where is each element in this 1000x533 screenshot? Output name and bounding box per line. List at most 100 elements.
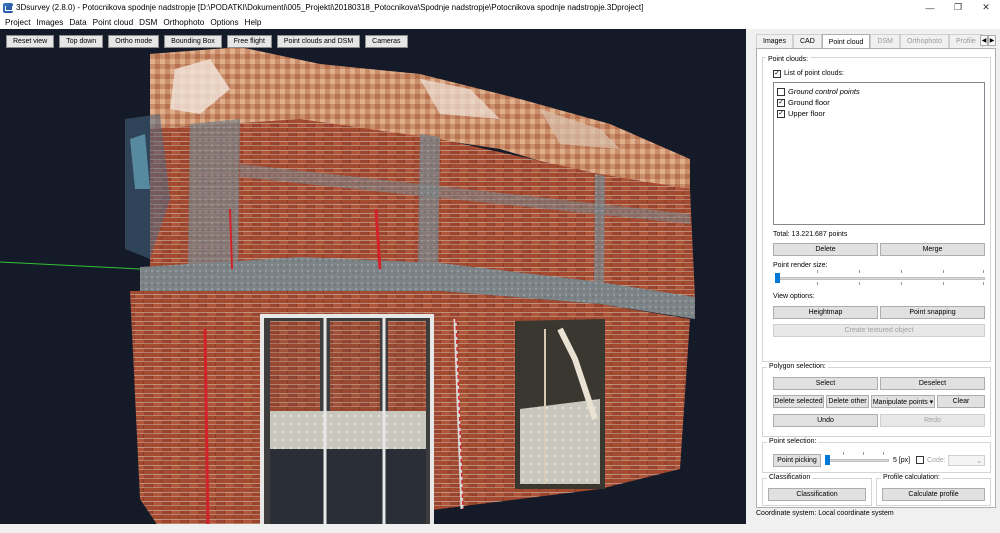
ground-floor-checkbox[interactable]: ✓ [777,98,785,107]
ground-control-points-checkbox[interactable] [777,87,785,96]
merge-button[interactable]: Merge [880,243,985,256]
ground-floor-label: Ground floor [788,98,830,107]
render-size-label: Point render size: [773,262,828,269]
slider-tick [983,270,984,273]
close-button[interactable]: ✕ [972,0,1000,15]
status-bar [0,524,1000,533]
point-selection-title: Point selection: [767,438,819,445]
panel-tabs: Images CAD Point cloud DSM Orthophoto Pr… [756,34,996,49]
menu-dsm[interactable]: DSM [136,18,160,27]
window-title: 3Dsurvey (2.8.0) - Potocnikova spodnje n… [16,3,644,12]
slider-tick [943,282,944,285]
point-picking-button[interactable]: Point picking [773,454,821,467]
coordinate-system-label: Coordinate system: Local coordinate syst… [756,510,894,517]
maximize-button[interactable]: ❐ [944,0,972,15]
upper-floor-checkbox[interactable]: ✓ [777,109,785,118]
total-points: Total: 13.221.687 points [773,231,848,238]
create-textured-object-button[interactable]: Create textured object [773,324,985,337]
deselect-button[interactable]: Deselect [880,377,985,390]
slider-tick [817,270,818,273]
slider-tick [943,270,944,273]
point-cloud-tab-page: Point clouds: ✓ List of point clouds: Gr… [756,48,996,508]
classification-group: Classification Classification [762,474,872,506]
polygon-selection-group: Polygon selection: Select Deselect Delet… [762,363,991,437]
point-clouds-group: Point clouds: ✓ List of point clouds: Gr… [762,56,991,362]
point-snapping-button[interactable]: Point snapping [880,306,985,319]
tab-profile[interactable]: Profile [948,34,983,48]
manipulate-points-button[interactable]: Manipulate points ▾ [871,395,935,408]
tab-cad[interactable]: CAD [792,34,822,48]
menu-options[interactable]: Options [207,18,241,27]
cameras-button[interactable]: Cameras [365,35,408,48]
undo-button[interactable]: Undo [773,414,878,427]
bounding-box-button[interactable]: Bounding Box [164,35,222,48]
slider-tick [859,282,860,285]
render-size-slider[interactable] [775,277,985,280]
3d-viewport[interactable]: Reset view Top down Ortho mode Bounding … [0,29,746,524]
list-item-ground-control-points[interactable]: Ground control points [777,86,860,97]
minimize-button[interactable]: — [916,0,944,15]
clear-button[interactable]: Clear [937,395,985,408]
tab-scroll-left-icon[interactable]: ◀ [980,35,988,46]
menu-data[interactable]: Data [66,18,89,27]
window-controls: — ❐ ✕ [916,0,1000,15]
point-clouds-dsm-button[interactable]: Point clouds and DSM [276,35,361,48]
heightmap-button[interactable]: Heightmap [773,306,878,319]
menu-bar: Project Images Data Point cloud DSM Orth… [0,15,1000,29]
slider-tick [843,452,844,455]
render-size-slider-handle[interactable] [775,273,780,283]
ortho-mode-button[interactable]: Ortho mode [108,35,160,48]
menu-orthophoto[interactable]: Orthophoto [160,18,207,27]
menu-help[interactable]: Help [242,18,265,27]
picking-size-slider-handle[interactable] [825,455,830,465]
free-flight-button[interactable]: Free flight [226,35,272,48]
menu-project[interactable]: Project [2,18,33,27]
classification-title: Classification [767,474,813,481]
picking-size-value: 5 [px] [893,457,911,464]
tab-point-cloud[interactable]: Point cloud [821,34,871,49]
menu-point-cloud[interactable]: Point cloud [90,18,137,27]
code-label: Code: [927,457,946,464]
picking-size-slider[interactable] [825,459,889,462]
slider-tick [901,270,902,273]
point-cloud-render [0,47,695,524]
code-dropdown[interactable]: ⌄ [948,455,985,466]
calculate-profile-button[interactable]: Calculate profile [882,488,985,501]
top-down-button[interactable]: Top down [59,35,104,48]
slider-tick [983,282,984,285]
tab-dsm[interactable]: DSM [870,34,900,48]
profile-calculation-title: Profile calculation: [881,474,942,481]
tab-scroll-buttons: ◀ ▶ [980,35,996,46]
redo-button[interactable]: Redo [880,414,985,427]
upper-floor-label: Upper floor [788,109,826,118]
classification-button[interactable]: Classification [768,488,866,501]
title-bar: 3Dsurvey (2.8.0) - Potocnikova spodnje n… [0,0,1000,15]
delete-selected-button[interactable]: Delete selected [773,395,824,408]
reset-view-button[interactable]: Reset view [6,35,55,48]
slider-tick [901,282,902,285]
list-point-clouds-label: List of point clouds: [784,70,844,77]
slider-tick [817,282,818,285]
select-button[interactable]: Select [773,377,878,390]
list-item-ground-floor[interactable]: ✓ Ground floor [777,97,830,108]
right-panel: Images CAD Point cloud DSM Orthophoto Pr… [752,32,996,524]
slider-tick [859,270,860,273]
app-icon [3,2,13,13]
viewport-toolbar: Reset view Top down Ortho mode Bounding … [6,35,408,48]
list-item-upper-floor[interactable]: ✓ Upper floor [777,108,825,119]
tab-images[interactable]: Images [756,34,793,48]
polygon-selection-title: Polygon selection: [767,363,828,370]
point-selection-group: Point selection: Point picking 5 [px] Co… [762,438,991,473]
code-checkbox[interactable] [916,456,924,464]
list-point-clouds-checkbox[interactable]: ✓ [773,70,781,78]
point-clouds-title: Point clouds: [766,56,811,63]
delete-button[interactable]: Delete [773,243,878,256]
delete-other-button[interactable]: Delete other [826,395,869,408]
slider-tick [863,452,864,455]
tab-orthophoto[interactable]: Orthophoto [899,34,949,48]
profile-calculation-group: Profile calculation: Calculate profile [876,474,991,506]
tab-scroll-right-icon[interactable]: ▶ [988,35,996,46]
ground-control-points-label: Ground control points [788,87,860,96]
point-cloud-list[interactable]: Ground control points ✓ Ground floor ✓ U… [773,82,985,225]
menu-images[interactable]: Images [33,18,66,27]
